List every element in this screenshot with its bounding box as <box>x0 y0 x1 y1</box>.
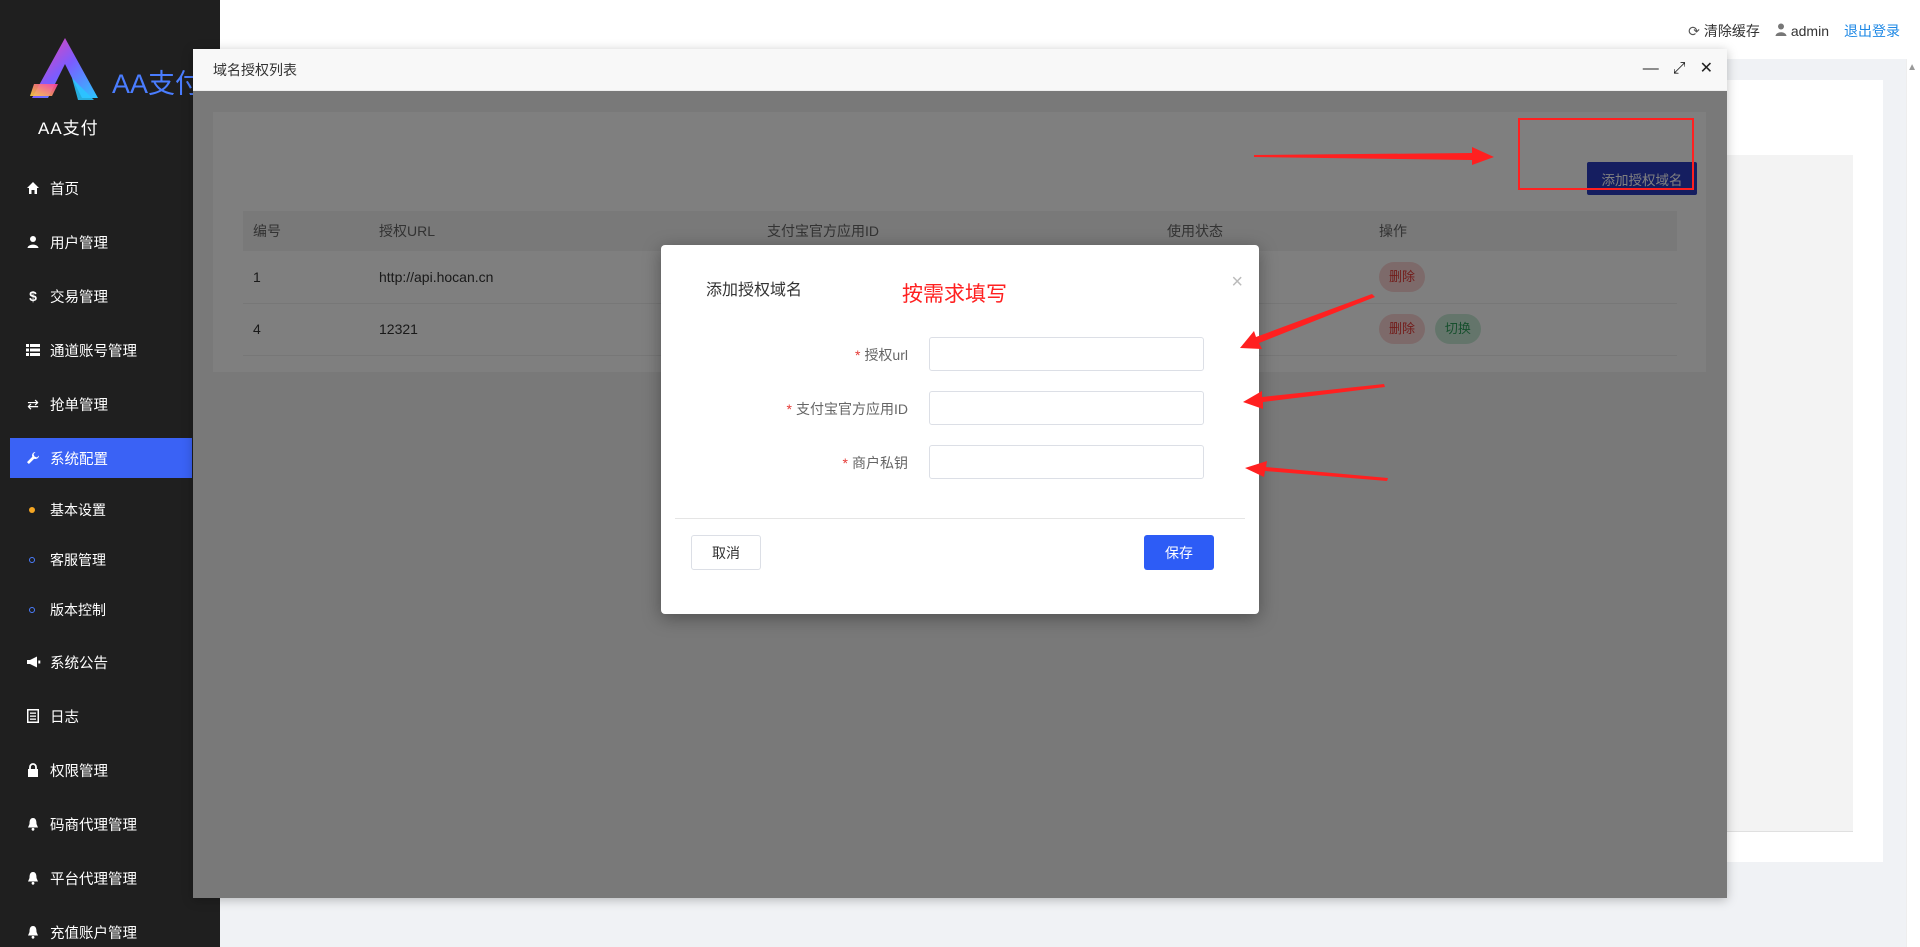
sidebar-item-system-config[interactable]: 系统配置 <box>10 438 192 478</box>
field-label-text: 商户私钥 <box>852 455 908 471</box>
form-row-private-key: * 商户私钥 <box>661 445 1259 479</box>
sidebar-subitem-basic-settings[interactable]: 基本设置 <box>0 485 220 535</box>
sidebar-item-users[interactable]: 用户管理 <box>0 215 220 269</box>
dot-icon <box>29 557 35 563</box>
sidebar-item-announcements[interactable]: 系统公告 <box>0 635 220 689</box>
field-label: * 商户私钥 <box>843 453 908 473</box>
sidebar-item-label: 权限管理 <box>50 763 108 780</box>
sidebar-item-label: 首页 <box>50 181 79 198</box>
clear-cache-label: 清除缓存 <box>1703 23 1760 39</box>
sidebar-item-label: 码商代理管理 <box>50 817 137 834</box>
sidebar-item-channel-accounts[interactable]: 通道账号管理 <box>0 323 220 377</box>
sidebar-subitem-label: 基本设置 <box>50 502 106 518</box>
bell-icon <box>25 816 41 832</box>
window-title: 域名授权列表 <box>213 61 297 78</box>
sidebar-item-home[interactable]: 首页 <box>0 161 220 215</box>
page-scrollbar[interactable] <box>1906 59 1920 947</box>
close-icon[interactable]: ✕ <box>1700 60 1713 78</box>
annotation-highlight-box <box>1518 118 1694 190</box>
sidebar-item-label: 系统配置 <box>50 451 108 468</box>
annotation-note: 按需求填写 <box>902 283 1007 306</box>
alipay-appid-input[interactable] <box>929 391 1204 425</box>
wrench-icon <box>25 450 41 466</box>
sidebar-item-label: 用户管理 <box>50 235 108 252</box>
sidebar-item-logs[interactable]: 日志 <box>0 689 220 743</box>
dot-icon <box>29 607 35 613</box>
sidebar-item-label: 充值账户管理 <box>50 925 137 942</box>
user-icon <box>1775 23 1787 39</box>
bell-icon <box>25 924 41 940</box>
sidebar-item-permissions[interactable]: 权限管理 <box>0 743 220 797</box>
modal-title: 添加授权域名 <box>706 282 803 299</box>
clear-cache-button[interactable]: ⟳ 清除缓存 <box>1688 21 1760 41</box>
dollar-icon: $ <box>29 288 37 304</box>
field-label-text: 授权url <box>864 347 908 363</box>
background-panel-inner <box>1726 155 1853 832</box>
refresh-icon: ⟳ <box>1688 22 1700 39</box>
list-icon <box>25 342 41 358</box>
merchant-private-key-input[interactable] <box>929 445 1204 479</box>
user-icon <box>25 234 41 250</box>
sidebar-item-label: 系统公告 <box>50 655 108 672</box>
form-row-url: * 授权url <box>661 337 1259 371</box>
logout-link[interactable]: 退出登录 <box>1844 21 1900 41</box>
modal-divider <box>675 518 1245 519</box>
required-mark: * <box>854 347 861 363</box>
brand-subtitle: AA支付 <box>38 119 99 138</box>
lock-icon <box>25 762 41 778</box>
home-icon <box>25 180 41 196</box>
megaphone-icon <box>25 654 41 670</box>
field-label: * 授权url <box>855 345 908 365</box>
user-menu[interactable]: admin <box>1775 23 1829 39</box>
close-icon[interactable]: × <box>1231 272 1243 292</box>
field-label-text: 支付宝官方应用ID <box>796 401 908 417</box>
sidebar-item-recharge-accounts[interactable]: 充值账户管理 <box>0 905 220 947</box>
sidebar-subitem-customer-service[interactable]: 客服管理 <box>0 535 220 585</box>
sidebar-subitem-version-control[interactable]: 版本控制 <box>0 585 220 635</box>
sidebar-subitem-label: 客服管理 <box>50 552 106 568</box>
dot-icon <box>29 507 35 513</box>
sidebar-item-merchant-agents[interactable]: 码商代理管理 <box>0 797 220 851</box>
log-icon <box>25 708 41 724</box>
top-right-actions: ⟳ 清除缓存 admin 退出登录 <box>1688 21 1900 41</box>
bell-icon <box>25 870 41 886</box>
field-label: * 支付宝官方应用ID <box>787 399 908 419</box>
cancel-button[interactable]: 取消 <box>691 535 761 570</box>
sidebar-item-label: 日志 <box>50 709 79 726</box>
save-button[interactable]: 保存 <box>1144 535 1214 570</box>
sidebar: AA支付 AA支付 首页 用户管理 $ 交易管理 通道账号管理 ⇄ 抢单管理 系… <box>0 0 220 947</box>
window-titlebar: 域名授权列表 — ⤢ ✕ <box>193 49 1727 91</box>
maximize-icon[interactable]: ⤢ <box>1673 60 1686 78</box>
sidebar-item-platform-agents[interactable]: 平台代理管理 <box>0 851 220 905</box>
sidebar-menu: 首页 用户管理 $ 交易管理 通道账号管理 ⇄ 抢单管理 系统配置 基本设置 客… <box>0 161 220 947</box>
sidebar-item-label: 抢单管理 <box>50 397 108 414</box>
auth-url-input[interactable] <box>929 337 1204 371</box>
username: admin <box>1790 23 1829 39</box>
sidebar-subitem-label: 版本控制 <box>50 602 106 618</box>
sidebar-item-label: 通道账号管理 <box>50 343 137 360</box>
brand-logo-icon <box>30 38 98 100</box>
required-mark: * <box>842 455 848 471</box>
sidebar-item-grab-orders[interactable]: ⇄ 抢单管理 <box>0 377 220 431</box>
scroll-up-icon[interactable]: ▲ <box>1907 62 1917 73</box>
form-row-appid: * 支付宝官方应用ID <box>661 391 1259 425</box>
minimize-icon[interactable]: — <box>1643 60 1659 78</box>
required-mark: * <box>786 401 792 417</box>
window-controls: — ⤢ ✕ <box>1643 60 1713 78</box>
brand-name: AA支付 <box>112 69 203 99</box>
exchange-icon: ⇄ <box>27 395 39 412</box>
sidebar-item-transactions[interactable]: $ 交易管理 <box>0 269 220 323</box>
sidebar-item-label: 交易管理 <box>50 289 108 306</box>
sidebar-item-label: 平台代理管理 <box>50 871 137 888</box>
